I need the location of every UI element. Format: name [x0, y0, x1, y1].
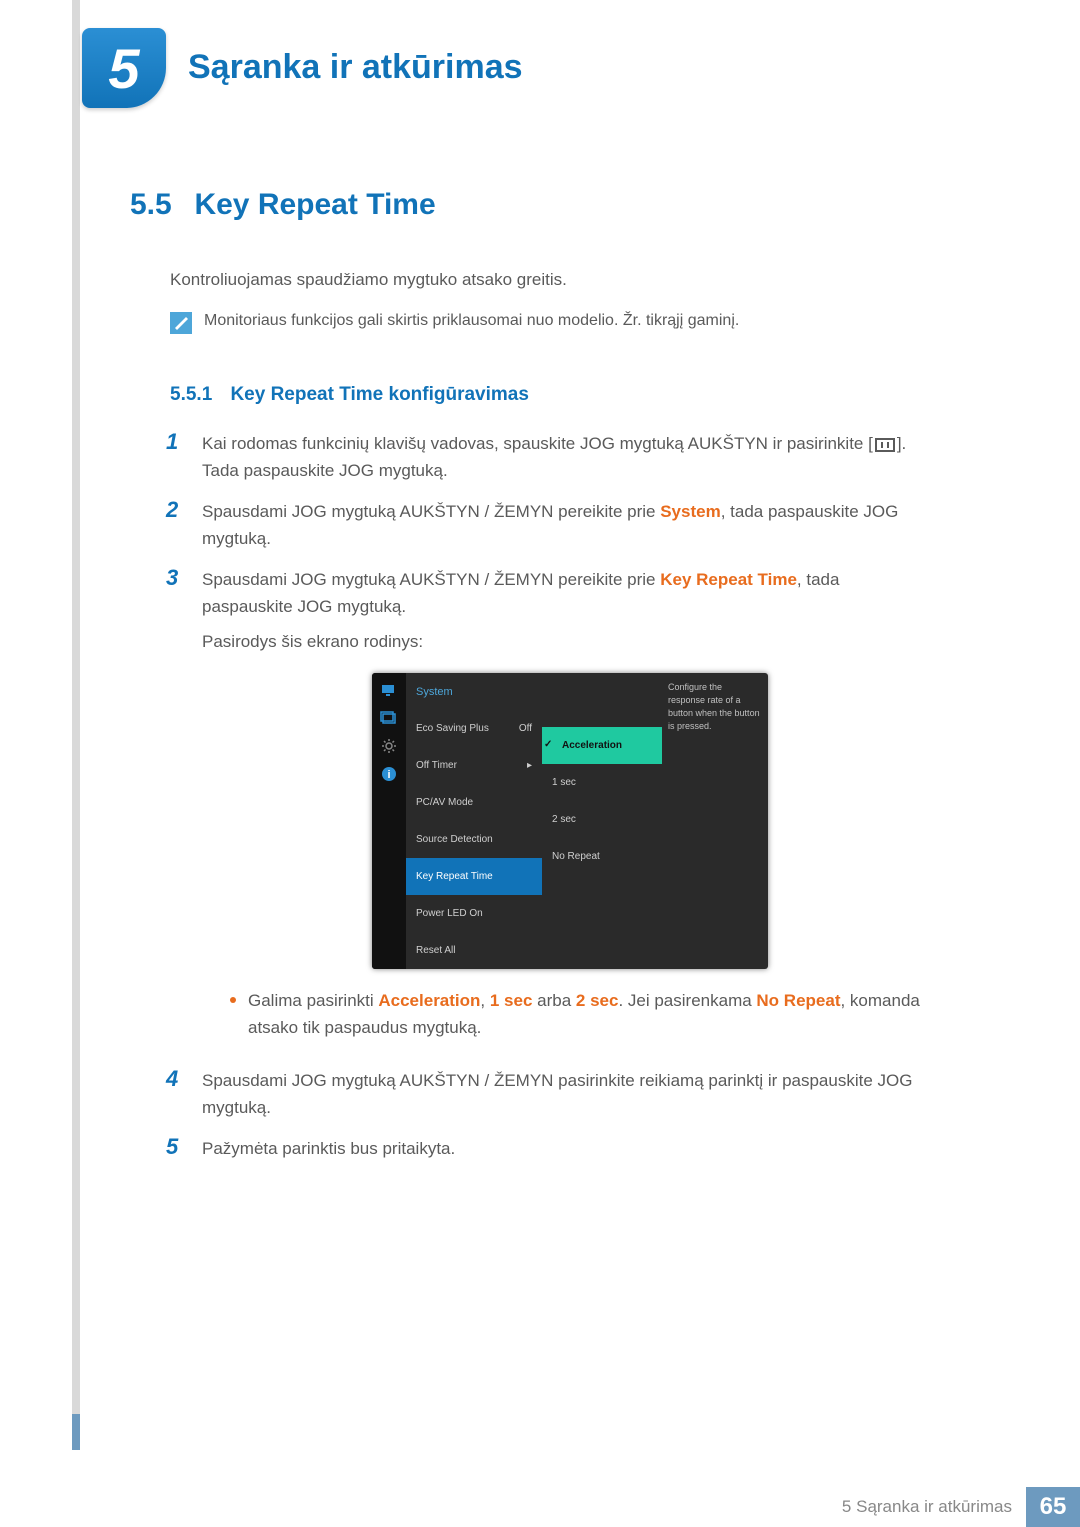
osd-item-source: Source Detection [406, 821, 542, 858]
highlight: No Repeat [756, 991, 840, 1010]
step-3: 3 Spausdami JOG mygtuką AUKŠTYN / ŽEMYN … [166, 566, 920, 1053]
osd-menu-column: System Eco Saving PlusOff Off Timer▸ PC/… [406, 673, 542, 969]
subsection-heading: 5.5.1 Key Repeat Time konfigūravimas [170, 384, 920, 406]
step-number: 5 [166, 1135, 202, 1162]
step-5: 5 Pažymėta parinktis bus pritaikyta. [166, 1135, 920, 1162]
osd-help-text: Configure the response rate of a button … [662, 673, 768, 969]
step-4: 4 Spausdami JOG mygtuką AUKŠTYN / ŽEMYN … [166, 1067, 920, 1121]
bullet-text: Galima pasirinkti Acceleration, 1 sec ar… [248, 987, 920, 1041]
info-icon: i [379, 765, 399, 783]
settings-icon [379, 737, 399, 755]
osd-item-key-repeat: Key Repeat Time [406, 858, 542, 895]
osd-options-column: Acceleration 1 sec 2 sec No Repeat [542, 673, 662, 969]
text-run: Pasirodys šis ekrano rodinys: [202, 628, 920, 655]
highlight: Acceleration [378, 991, 480, 1010]
note-icon [170, 312, 192, 334]
osd-opt-1sec: 1 sec [542, 764, 662, 801]
step-text: Spausdami JOG mygtuką AUKŠTYN / ŽEMYN pe… [202, 498, 920, 552]
chapter-title: Sąranka ir atkūrimas [188, 48, 523, 87]
osd-opt-acceleration: Acceleration [542, 727, 662, 764]
page-footer: 5 Sąranka ir atkūrimas 65 [0, 1487, 1080, 1527]
section-intro-text: Kontroliuojamas spaudžiamo mygtuko atsak… [170, 270, 920, 290]
menu-icon [875, 438, 895, 452]
step-number: 1 [166, 430, 202, 484]
osd-tab-icons: i [372, 673, 406, 969]
picture-icon [379, 709, 399, 727]
highlight: System [660, 502, 720, 521]
section-number: 5.5 [130, 188, 190, 222]
text-run: , [480, 991, 489, 1010]
chapter-number-badge: 5 [82, 28, 166, 108]
step-number: 3 [166, 566, 202, 1053]
highlight: 2 sec [576, 991, 619, 1010]
osd-item-pcav: PC/AV Mode [406, 784, 542, 821]
section-title: Key Repeat Time [194, 188, 435, 221]
sub-bullet: Galima pasirinkti Acceleration, 1 sec ar… [230, 987, 920, 1041]
text-run: arba [532, 991, 575, 1010]
highlight: 1 sec [490, 991, 533, 1010]
osd-menu-head: System [406, 673, 542, 710]
step-text: Kai rodomas funkcinių klavišų vadovas, s… [202, 430, 920, 484]
footer-chapter-label: 5 Sąranka ir atkūrimas [842, 1497, 1012, 1517]
note-block: Monitoriaus funkcijos gali skirtis prikl… [170, 312, 920, 334]
osd-opt-2sec: 2 sec [542, 801, 662, 838]
text-run: Kai rodomas funkcinių klavišų vadovas, s… [202, 434, 873, 453]
step-text: Spausdami JOG mygtuką AUKŠTYN / ŽEMYN pe… [202, 566, 920, 1053]
osd-opt-norepeat: No Repeat [542, 838, 662, 875]
svg-text:i: i [387, 769, 390, 781]
step-number: 2 [166, 498, 202, 552]
brightness-icon [379, 681, 399, 699]
bullet-dot-icon [230, 997, 236, 1003]
section-heading: 5.5 Key Repeat Time [130, 188, 920, 222]
side-accent-bar [72, 0, 80, 1450]
highlight: Key Repeat Time [660, 570, 797, 589]
text-run: Spausdami JOG mygtuką AUKŠTYN / ŽEMYN pe… [202, 570, 660, 589]
step-2: 2 Spausdami JOG mygtuką AUKŠTYN / ŽEMYN … [166, 498, 920, 552]
subsection-title: Key Repeat Time konfigūravimas [230, 384, 528, 405]
step-text: Spausdami JOG mygtuką AUKŠTYN / ŽEMYN pa… [202, 1067, 920, 1121]
subsection-number: 5.5.1 [170, 384, 226, 406]
osd-item-reset: Reset All [406, 932, 542, 969]
footer-page-number: 65 [1026, 1487, 1080, 1527]
step-text: Pažymėta parinktis bus pritaikyta. [202, 1135, 455, 1162]
text-run: . Jei pasirenkama [618, 991, 756, 1010]
note-text: Monitoriaus funkcijos gali skirtis prikl… [204, 312, 739, 330]
step-number: 4 [166, 1067, 202, 1121]
osd-item-led: Power LED On [406, 895, 542, 932]
text-run: Spausdami JOG mygtuką AUKŠTYN / ŽEMYN pe… [202, 502, 660, 521]
step-1: 1 Kai rodomas funkcinių klavišų vadovas,… [166, 430, 920, 484]
text-run: Galima pasirinkti [248, 991, 378, 1010]
osd-item-eco: Eco Saving PlusOff [406, 710, 542, 747]
osd-item-off-timer: Off Timer▸ [406, 747, 542, 784]
osd-preview: i System Eco Saving PlusOff Off Timer▸ P… [372, 673, 768, 969]
